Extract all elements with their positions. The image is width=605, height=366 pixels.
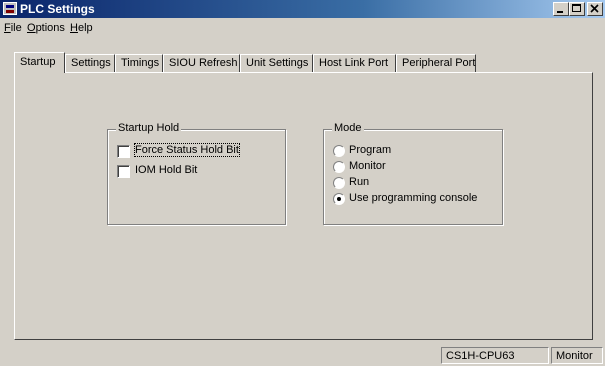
force-status-hold-label[interactable]: Force Status Hold Bit (134, 143, 240, 157)
programming-console-label[interactable]: Use programming console (349, 192, 477, 204)
tab-timings[interactable]: Timings (115, 54, 163, 72)
minimize-icon[interactable] (553, 2, 569, 16)
menu-file[interactable]: File (4, 22, 22, 34)
tab-peripheral-port[interactable]: Peripheral Port (396, 54, 476, 72)
iom-hold-label[interactable]: IOM Hold Bit (135, 164, 197, 176)
status-bar: CS1H-CPU63 Monitor (0, 344, 605, 366)
menu-help[interactable]: Help (70, 22, 93, 34)
mode-group: Mode Program Monitor Run Use programming… (323, 122, 503, 225)
program-label[interactable]: Program (349, 144, 391, 156)
status-cpu: CS1H-CPU63 (441, 347, 549, 364)
close-icon[interactable] (587, 2, 603, 16)
tab-siou-refresh[interactable]: SIOU Refresh (163, 54, 240, 72)
menu-bar: File Options Help (0, 18, 605, 38)
run-radio[interactable] (333, 177, 345, 189)
run-label[interactable]: Run (349, 176, 369, 188)
tab-host-link-port[interactable]: Host Link Port (313, 54, 396, 72)
tab-settings[interactable]: Settings (65, 54, 115, 72)
startup-hold-label: Startup Hold (116, 122, 182, 134)
monitor-label[interactable]: Monitor (349, 160, 386, 172)
title-bar[interactable]: PLC Settings (0, 0, 605, 18)
monitor-radio[interactable] (333, 161, 345, 173)
maximize-icon[interactable] (569, 2, 585, 16)
iom-hold-checkbox[interactable] (117, 165, 130, 178)
tab-startup[interactable]: Startup (14, 52, 65, 73)
program-radio[interactable] (333, 145, 345, 157)
mode-label: Mode (332, 122, 364, 134)
force-status-hold-checkbox[interactable] (117, 145, 130, 158)
window-title: PLC Settings (20, 2, 95, 16)
tab-unit-settings[interactable]: Unit Settings (240, 54, 313, 72)
plc-app-icon (3, 2, 17, 15)
menu-options[interactable]: Options (27, 22, 65, 34)
programming-console-radio[interactable] (333, 193, 345, 205)
tab-panel-startup: Startup Hold Force Status Hold Bit IOM H… (14, 72, 593, 340)
window-controls (553, 2, 603, 16)
startup-hold-group: Startup Hold Force Status Hold Bit IOM H… (107, 122, 286, 225)
status-mode: Monitor (551, 347, 603, 364)
